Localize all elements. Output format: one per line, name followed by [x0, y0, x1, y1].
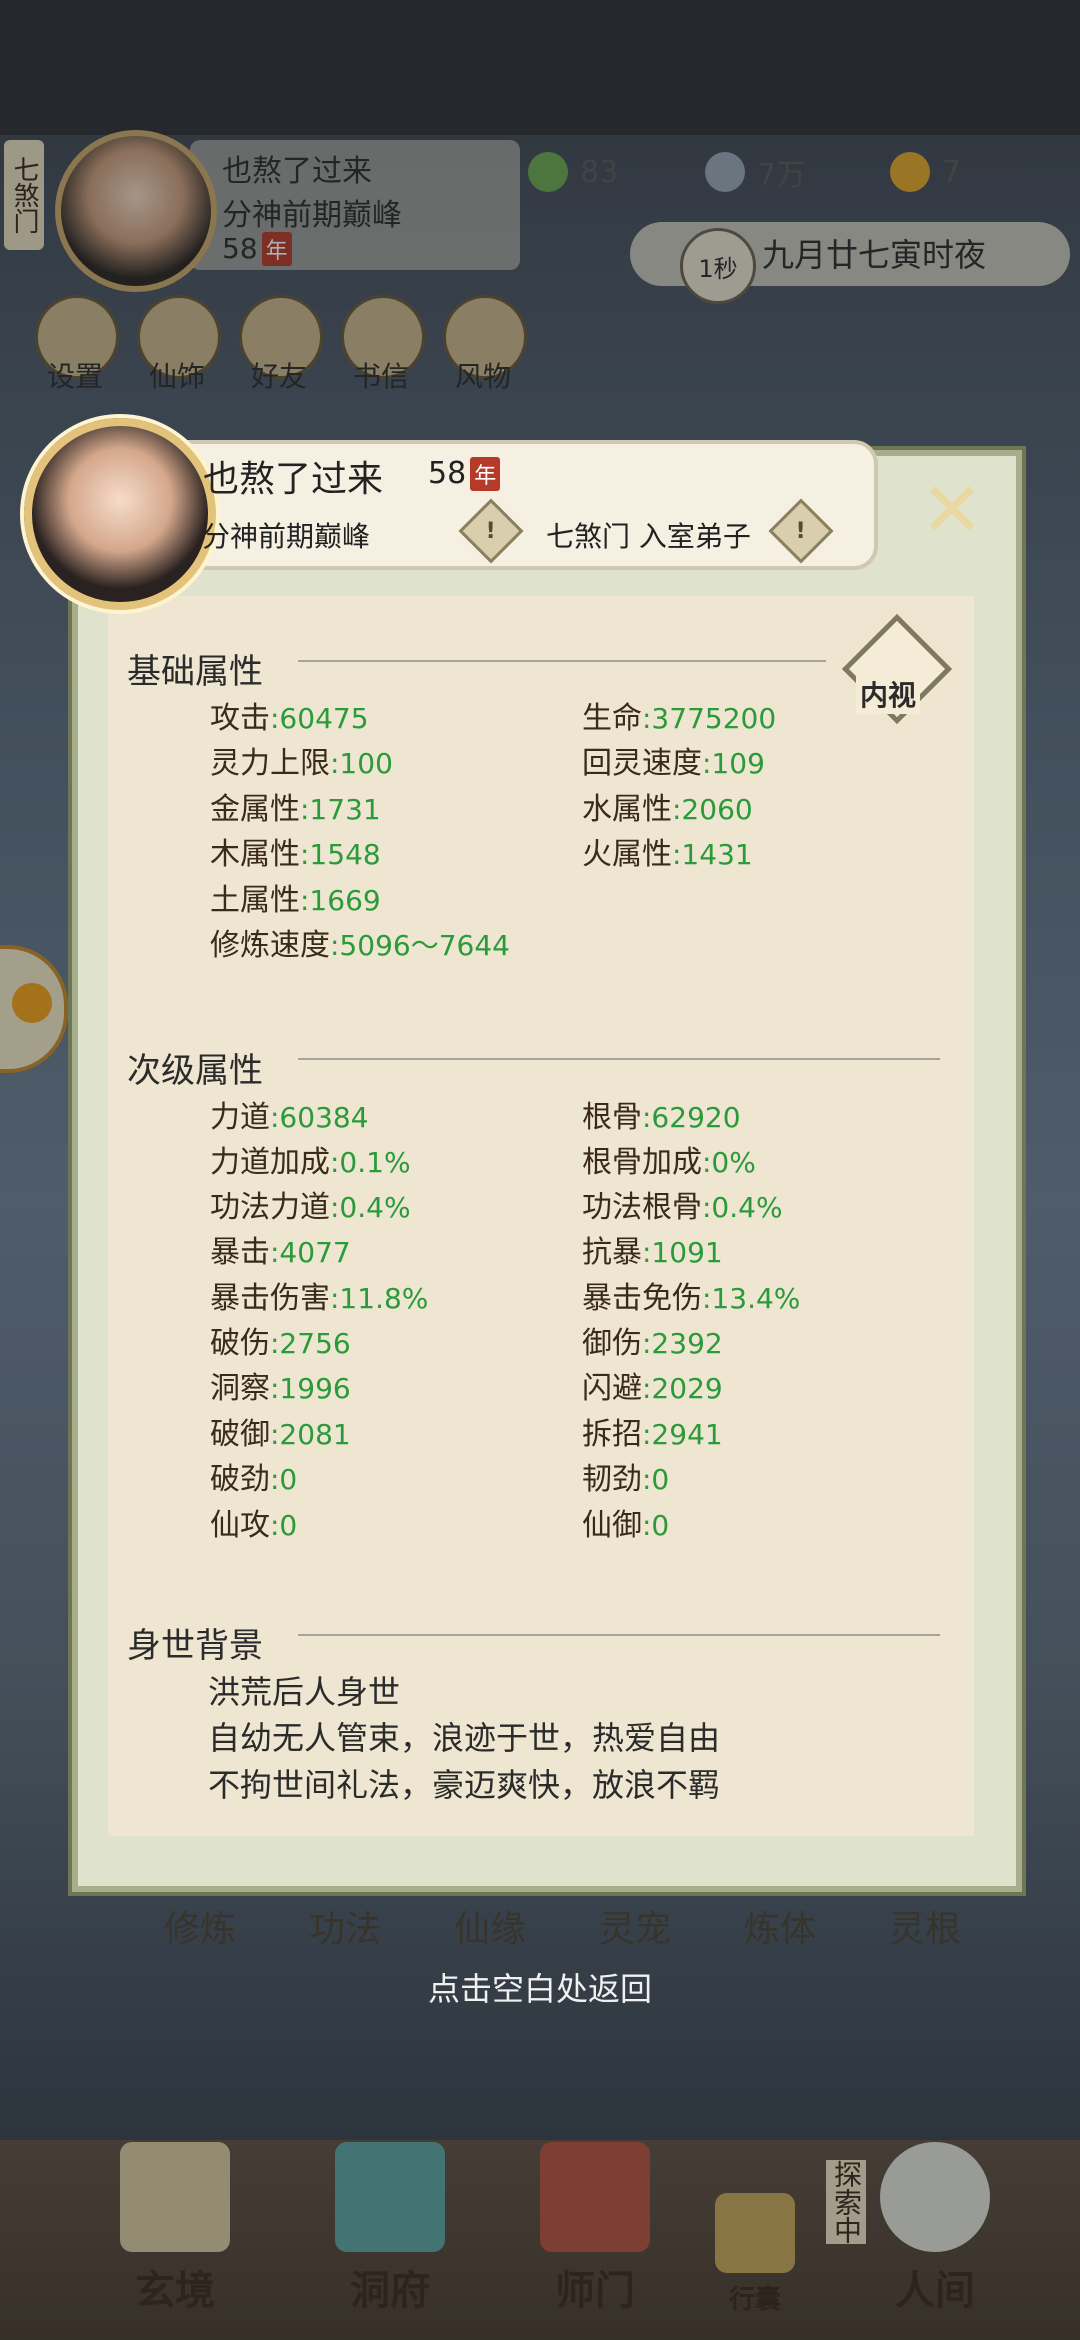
attr-wood: 木属性:1548: [210, 837, 381, 872]
section-divider: [298, 660, 826, 662]
attr-strength-bonus: 力道加成:0.1%: [210, 1145, 411, 1180]
attr-crit-damage: 暴击伤害:11.8%: [210, 1281, 429, 1316]
attr-technique-constitution: 功法根骨:0.4%: [582, 1190, 783, 1225]
attr-spirit-regen: 回灵速度:109: [582, 746, 765, 781]
attr-insight: 洞察:1996: [210, 1371, 351, 1406]
attr-crit: 暴击:4077: [210, 1235, 351, 1270]
attr-break-force: 破劲:0: [210, 1462, 298, 1497]
attr-technique-strength: 功法力道:0.4%: [210, 1190, 411, 1225]
attr-crit-resist: 抗暴:1091: [582, 1235, 723, 1270]
attr-crit-damage-reduction: 暴击免伤:13.4%: [582, 1281, 801, 1316]
character-sect-role: 七煞门 入室弟子: [546, 520, 751, 553]
section-divider: [298, 1634, 940, 1636]
attr-break-damage: 破伤:2756: [210, 1326, 351, 1361]
background-line: 洪荒后人身世: [208, 1673, 401, 1711]
attr-immortal-defense: 仙御:0: [582, 1508, 670, 1543]
attr-counter: 拆招:2941: [582, 1417, 723, 1452]
character-age: 58 年: [428, 456, 501, 491]
character-name: 也熬了过来: [203, 459, 384, 500]
character-avatar: [24, 418, 216, 610]
attr-dodge: 闪避:2029: [582, 1371, 723, 1406]
attr-guard-damage: 御伤:2392: [582, 1326, 723, 1361]
background-line: 自幼无人管束，浪迹于世，热爱自由: [208, 1719, 721, 1757]
character-rank: 分神前期巅峰: [202, 520, 371, 553]
attr-fire: 火属性:1431: [582, 837, 753, 872]
basic-attributes-title: 基础属性: [127, 652, 263, 692]
secondary-attributes-title: 次级属性: [127, 1051, 263, 1091]
background-line: 不拘世间礼法，豪迈爽快，放浪不羁: [208, 1766, 721, 1804]
attr-tenacity: 韧劲:0: [582, 1462, 670, 1497]
attr-metal: 金属性:1731: [210, 792, 381, 827]
attr-earth: 土属性:1669: [210, 883, 381, 918]
attr-hp: 生命:3775200: [582, 701, 777, 736]
attr-water: 水属性:2060: [582, 792, 753, 827]
attr-constitution-bonus: 根骨加成:0%: [582, 1145, 756, 1180]
attr-strength: 力道:60384: [210, 1100, 369, 1135]
attr-constitution: 根骨:62920: [582, 1100, 741, 1135]
section-divider: [298, 1058, 940, 1060]
attr-spirit-cap: 灵力上限:100: [210, 746, 393, 781]
background-title: 身世背景: [127, 1626, 263, 1666]
attr-armor-break: 破御:2081: [210, 1417, 351, 1452]
tap-to-return-hint: 点击空白处返回: [427, 1970, 652, 2008]
attr-cultivation-speed: 修炼速度:5096〜7644: [210, 928, 510, 963]
close-icon[interactable]: ✕: [912, 470, 992, 550]
inner-view-button[interactable]: 内视: [841, 613, 953, 725]
attr-immortal-attack: 仙攻:0: [210, 1508, 298, 1543]
attr-attack: 攻击:60475: [210, 701, 369, 736]
